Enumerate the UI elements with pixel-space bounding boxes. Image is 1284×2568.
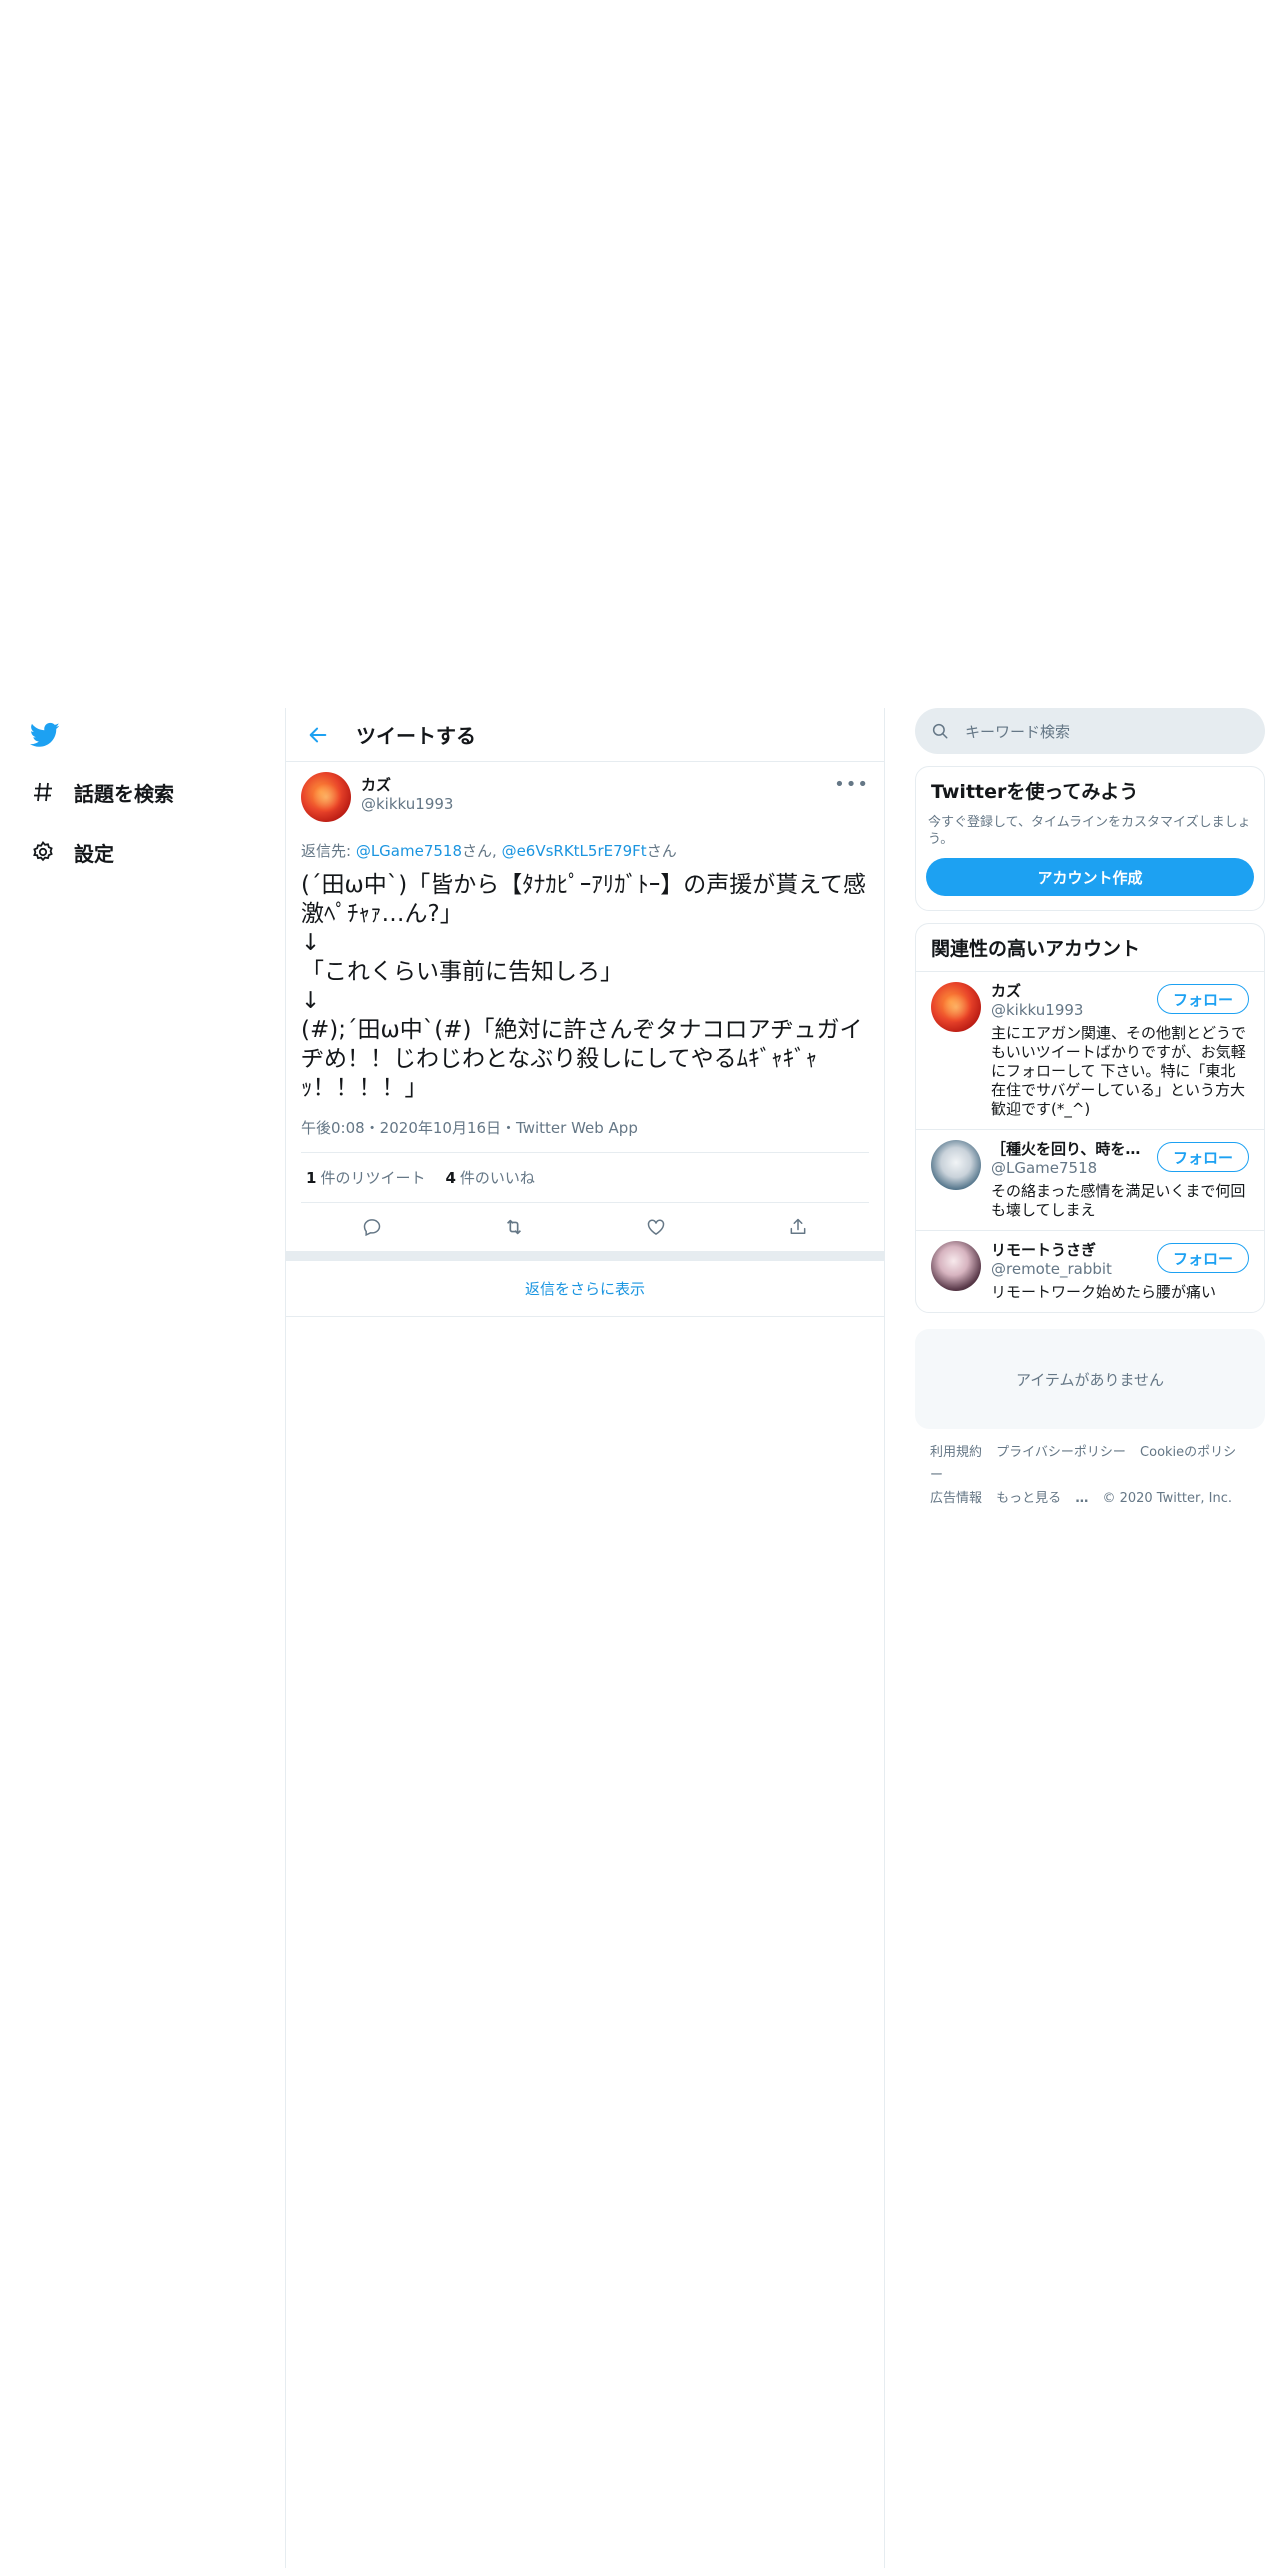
retweet-label: 件のリツイート <box>320 1169 426 1187</box>
nav-label-explore: 話題を検索 <box>74 781 174 806</box>
tweet-timestamp[interactable]: 午後0:08・2020年10月16日・Twitter Web App <box>301 1117 869 1153</box>
account-bio: 主にエアガン関連、その他割とどうでもいいツイートばかりですが、お気軽にフォローし… <box>991 1024 1247 1118</box>
avatar[interactable] <box>931 1140 981 1190</box>
account-bio: リモートワーク始めたら腰が痛い <box>991 1283 1217 1301</box>
nav-label-settings: 設定 <box>74 841 114 866</box>
footer-ads-link[interactable]: 広告情報 <box>930 1491 982 1506</box>
reply-suffix: さん <box>646 842 677 860</box>
nav-item-settings[interactable]: 設定 <box>28 832 114 872</box>
reply-icon <box>363 1219 381 1237</box>
tweet-text: (´田ω中`)「皆から【ﾀﾅｶﾋﾟｰｱﾘｶﾞﾄｰ】の声援が貰えて感激ﾍﾟﾁｬｧ…… <box>301 872 867 1101</box>
tweet-detail: カズ @kikku1993 ••• 返信先: @LGame7518さん, @e6… <box>286 762 884 1251</box>
list-item[interactable]: カズ @kikku1993 主にエアガン関連、その他割とどうでもいいツイートばか… <box>916 971 1264 1129</box>
list-item[interactable]: リモートうさぎ @remote_rabbit リモートワーク始めたら腰が痛い フ… <box>916 1230 1264 1312</box>
footer: 利用規約 プライバシーポリシー Cookieのポリシー 広告情報 もっと見る …… <box>915 1429 1265 1522</box>
account-name[interactable]: ［種火を回り、時を… <box>991 1140 1141 1159</box>
reply-prefix: 返信先: <box>301 842 356 860</box>
list-item[interactable]: ［種火を回り、時を… @LGame7518 その絡まった感情を満足いくまで何回も… <box>916 1129 1264 1230</box>
account-name[interactable]: リモートうさぎ <box>991 1241 1141 1260</box>
share-icon <box>790 1218 806 1234</box>
search-input[interactable]: キーワード検索 <box>915 708 1265 754</box>
page-header: ツイートする <box>286 708 884 762</box>
avatar[interactable] <box>931 982 981 1032</box>
section-divider <box>286 1251 884 1261</box>
reply-suffix: さん, <box>462 842 502 860</box>
retweet-icon <box>506 1219 522 1235</box>
related-title: 関連性の高いアカウント <box>931 938 1141 960</box>
show-more-replies-link[interactable]: 返信をさらに表示 <box>286 1261 884 1317</box>
footer-more-link[interactable]: もっと見る … <box>996 1491 1088 1506</box>
footer-privacy-link[interactable]: プライバシーポリシー <box>996 1445 1126 1460</box>
signup-card: Twitterを使ってみよう 今すぐ登録して、タイムラインをカスタマイズしましょ… <box>915 766 1265 911</box>
back-button[interactable] <box>300 717 336 753</box>
search-placeholder: キーワード検索 <box>965 722 1071 741</box>
reply-user-link[interactable]: @LGame7518 <box>356 842 462 860</box>
reply-button[interactable] <box>354 1209 390 1245</box>
avatar[interactable] <box>931 1241 981 1291</box>
nav-item-explore[interactable]: 話題を検索 <box>28 772 174 812</box>
share-button[interactable] <box>780 1209 816 1245</box>
more-options-icon[interactable]: ••• <box>834 774 869 795</box>
gear-icon <box>28 837 58 867</box>
author-name[interactable]: カズ <box>361 776 453 795</box>
tweet-author: カズ @kikku1993 <box>301 772 869 828</box>
create-account-button[interactable]: アカウント作成 <box>926 858 1254 896</box>
reply-user-link[interactable]: @e6VsRKtL5rE79Ft <box>502 842 647 860</box>
empty-trends-card: アイテムがありません <box>915 1329 1265 1429</box>
tweet-actions <box>301 1203 869 1251</box>
right-sidebar: キーワード検索 Twitterを使ってみよう 今すぐ登録して、タイムラインをカス… <box>915 708 1265 1522</box>
footer-terms-link[interactable]: 利用規約 <box>930 1445 982 1460</box>
signup-text: 今すぐ登録して、タイムラインをカスタマイズしましょう。 <box>928 815 1251 847</box>
left-nav: 話題を検索 設定 <box>0 708 285 2568</box>
page-title: ツイートする <box>356 724 476 748</box>
like-label: 件のいいね <box>459 1169 535 1187</box>
search-icon <box>932 723 948 739</box>
heart-icon <box>647 1219 665 1235</box>
follow-button[interactable]: フォロー <box>1157 1142 1249 1172</box>
retweet-button[interactable] <box>496 1209 532 1245</box>
app: 話題を検索 設定 ツイートする カズ @kikku1993 ••• 返信先: @… <box>0 708 1284 2568</box>
signup-title: Twitterを使ってみよう <box>931 781 1139 803</box>
retweet-stat[interactable]: 1 件のリツイート <box>306 1167 425 1188</box>
arrow-left-icon <box>309 727 327 742</box>
author-handle[interactable]: @kikku1993 <box>361 795 453 814</box>
reply-to: 返信先: @LGame7518さん, @e6VsRKtL5rE79Ftさん <box>301 840 869 861</box>
related-accounts-card: 関連性の高いアカウント カズ @kikku1993 主にエアガン関連、その他割と… <box>915 923 1265 1313</box>
footer-more-label: もっと見る <box>996 1491 1062 1506</box>
like-count: 4 <box>445 1169 456 1187</box>
author-names: カズ @kikku1993 <box>361 772 453 814</box>
main-column: ツイートする カズ @kikku1993 ••• 返信先: @LGame7518… <box>285 708 885 2568</box>
like-button[interactable] <box>638 1209 674 1245</box>
twitter-logo-icon[interactable] <box>28 720 62 750</box>
follow-button[interactable]: フォロー <box>1157 1243 1249 1273</box>
retweet-count: 1 <box>306 1169 317 1187</box>
footer-copyright: © 2020 Twitter, Inc. <box>1102 1491 1232 1506</box>
like-stat[interactable]: 4 件のいいね <box>445 1167 534 1188</box>
avatar[interactable] <box>301 772 351 822</box>
tweet-stats: 1 件のリツイート 4 件のいいね <box>301 1153 869 1203</box>
follow-button[interactable]: フォロー <box>1157 984 1249 1014</box>
hashtag-icon <box>28 777 58 807</box>
account-name[interactable]: カズ <box>991 982 1141 1001</box>
footer-more-dots: … <box>1075 1491 1089 1506</box>
account-bio: その絡まった感情を満足いくまで何回も壊してしまえ <box>991 1182 1246 1219</box>
